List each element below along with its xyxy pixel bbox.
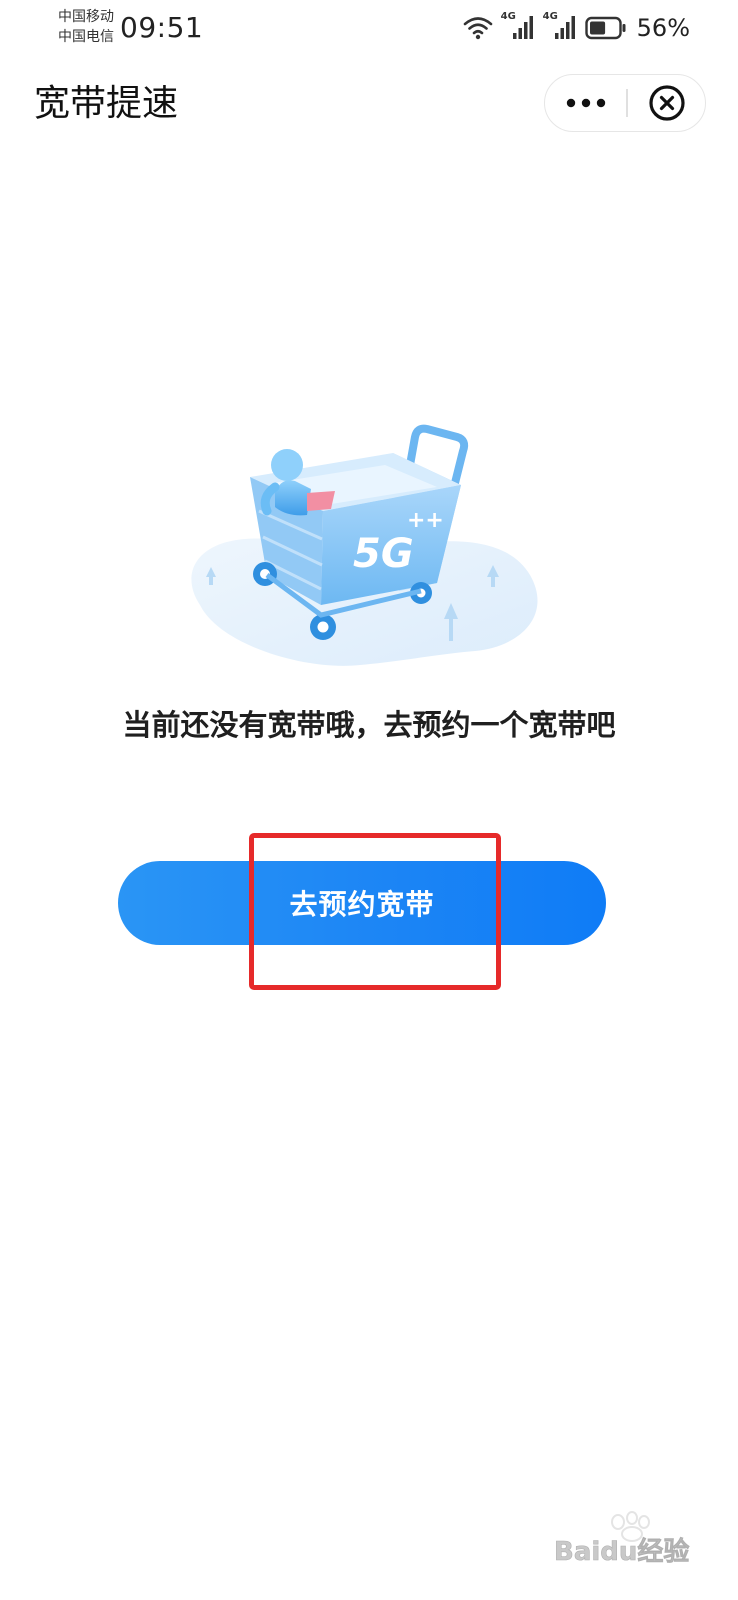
battery-icon	[584, 16, 626, 40]
close-circle-icon	[649, 85, 685, 121]
reserve-broadband-label: 去预约宽带	[289, 888, 435, 921]
empty-state-message: 当前还没有宽带哦，去预约一个宽带吧	[122, 708, 616, 742]
capsule-divider	[626, 89, 628, 117]
status-time: 09:51	[120, 11, 204, 44]
signal-icon-2: 4G	[543, 11, 577, 43]
wifi-icon	[463, 17, 492, 40]
illustration-5g-text: 5G	[353, 531, 414, 577]
carrier-2: 中国电信	[58, 29, 114, 45]
baidu-jingyan-watermark: Baidu经验	[554, 1511, 690, 1567]
status-icons: 4G 4G 56%	[463, 11, 690, 44]
signal-icon: 4G	[501, 11, 535, 43]
close-button[interactable]	[629, 75, 705, 131]
mini-program-capsule	[544, 74, 706, 132]
more-button[interactable]	[545, 75, 627, 131]
carrier-1: 中国移动	[58, 9, 114, 25]
carrier-names: 中国移动 中国电信	[58, 7, 114, 47]
shopping-cart-5g-illustration: 5G ++	[191, 424, 538, 666]
watermark-text: Baidu经验	[554, 1536, 689, 1567]
battery-percent: 56%	[636, 14, 690, 42]
reserve-broadband-button[interactable]: 去预约宽带	[118, 861, 606, 945]
status-bar: 中国移动 中国电信 09:51 4G 4G 56%	[0, 0, 738, 56]
page-title: 宽带提速	[34, 83, 179, 124]
title-bar: 宽带提速	[0, 68, 738, 138]
more-dots-icon	[566, 98, 606, 108]
svg-text:++: ++	[407, 508, 444, 533]
